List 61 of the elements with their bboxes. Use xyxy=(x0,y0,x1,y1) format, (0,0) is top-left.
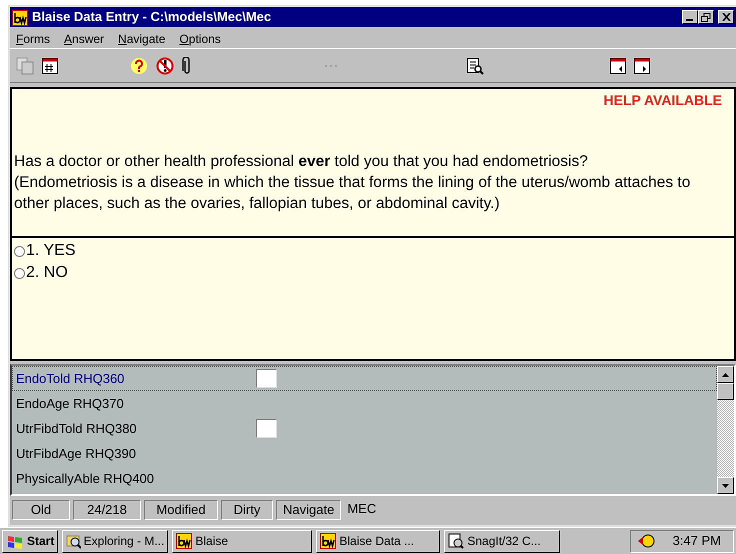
field-label: EndoAge RHQ370 xyxy=(16,394,125,413)
taskbar-button[interactable]: Blaise Data ... xyxy=(316,530,440,552)
paperclip-icon[interactable] xyxy=(182,56,192,74)
tray-icon[interactable] xyxy=(636,534,655,548)
field-row[interactable]: EndoAge RHQ370 xyxy=(12,391,717,416)
field-label: PhysicallyAble RHQ400 xyxy=(16,470,156,488)
status-cell: Modified xyxy=(144,500,218,520)
answer-box[interactable] xyxy=(256,419,277,438)
copy-forms-icon[interactable] xyxy=(16,56,34,74)
taskbar-button[interactable]: Blaise xyxy=(172,530,312,552)
app-logo-icon xyxy=(320,533,336,549)
field-row[interactable]: EndoTold RHQ360 xyxy=(12,366,717,391)
menu-item[interactable]: Navigate xyxy=(118,30,166,45)
app-logo-icon xyxy=(176,533,192,549)
minimize-button[interactable] xyxy=(682,10,698,24)
folder-search-icon xyxy=(66,533,81,549)
status-cell: Old xyxy=(12,500,70,520)
restore-button[interactable] xyxy=(698,10,714,24)
question-note: (Endometriosis is a disease in which the tissue that forms the lining of the uterus/womb attaches to other places, such as the ovaries, fallopian tubes, or abdominal cavity.) xyxy=(14,172,692,214)
field-row[interactable]: UtrFibdTold RHQ380 xyxy=(12,416,717,441)
field-label: EndoTold RHQ360 xyxy=(16,370,126,388)
field-label: UtrFibdAge RHQ390 xyxy=(16,444,137,463)
form-number-icon[interactable] xyxy=(42,56,58,74)
field-row[interactable]: PhysicallyAble RHQ400 xyxy=(12,466,717,491)
help-icon[interactable] xyxy=(130,56,148,74)
answer-option: 2. NO xyxy=(26,262,68,284)
menu-item[interactable]: Forms xyxy=(16,30,50,45)
document-search-icon[interactable] xyxy=(466,56,484,74)
next-form-icon[interactable] xyxy=(634,56,650,74)
question-text: Has a doctor or other health professional ever told you that you had endometriosis? xyxy=(14,152,589,172)
close-icon xyxy=(722,13,730,21)
help-available-label: HELP AVAILABLE xyxy=(604,91,722,110)
status-cell: Dirty xyxy=(221,500,273,520)
start-button[interactable]: Start xyxy=(2,530,58,552)
window-title: Blaise Data Entry - C:\models\Mec\Mec xyxy=(32,8,272,26)
field-row[interactable]: UtrFibdAge RHQ390 xyxy=(12,441,717,466)
clock: 3:47 PM xyxy=(672,532,721,550)
taskbar-button[interactable]: SnagIt/32 C... xyxy=(444,530,560,552)
document-search-icon xyxy=(448,533,464,549)
field-label: UtrFibdTold RHQ380 xyxy=(16,420,138,438)
menu-item[interactable]: Options xyxy=(179,30,221,45)
menu-item[interactable]: Answer xyxy=(64,30,104,45)
status-cell: 24/218 xyxy=(73,500,141,520)
answer-option: 1. YES xyxy=(26,240,76,262)
previous-form-icon[interactable] xyxy=(610,56,626,74)
taskbar-button[interactable]: Exploring - M... xyxy=(62,530,168,552)
radio-button[interactable] xyxy=(14,268,25,278)
scrollbar[interactable] xyxy=(717,366,734,494)
restore-icon xyxy=(701,12,711,22)
no-error-icon[interactable] xyxy=(156,56,174,74)
scroll-up-icon[interactable] xyxy=(722,372,729,376)
windows-logo-icon xyxy=(6,534,24,548)
scroll-down-icon[interactable] xyxy=(722,484,729,488)
close-button[interactable] xyxy=(718,10,734,24)
app-logo-icon xyxy=(12,10,28,26)
radio-button[interactable] xyxy=(14,246,25,256)
scroll-thumb[interactable] xyxy=(717,383,734,400)
status-cell: Navigate xyxy=(276,500,342,520)
answer-box[interactable] xyxy=(256,369,277,388)
status-cell-text: MEC xyxy=(346,500,378,518)
ellipsis-icon xyxy=(324,64,338,68)
